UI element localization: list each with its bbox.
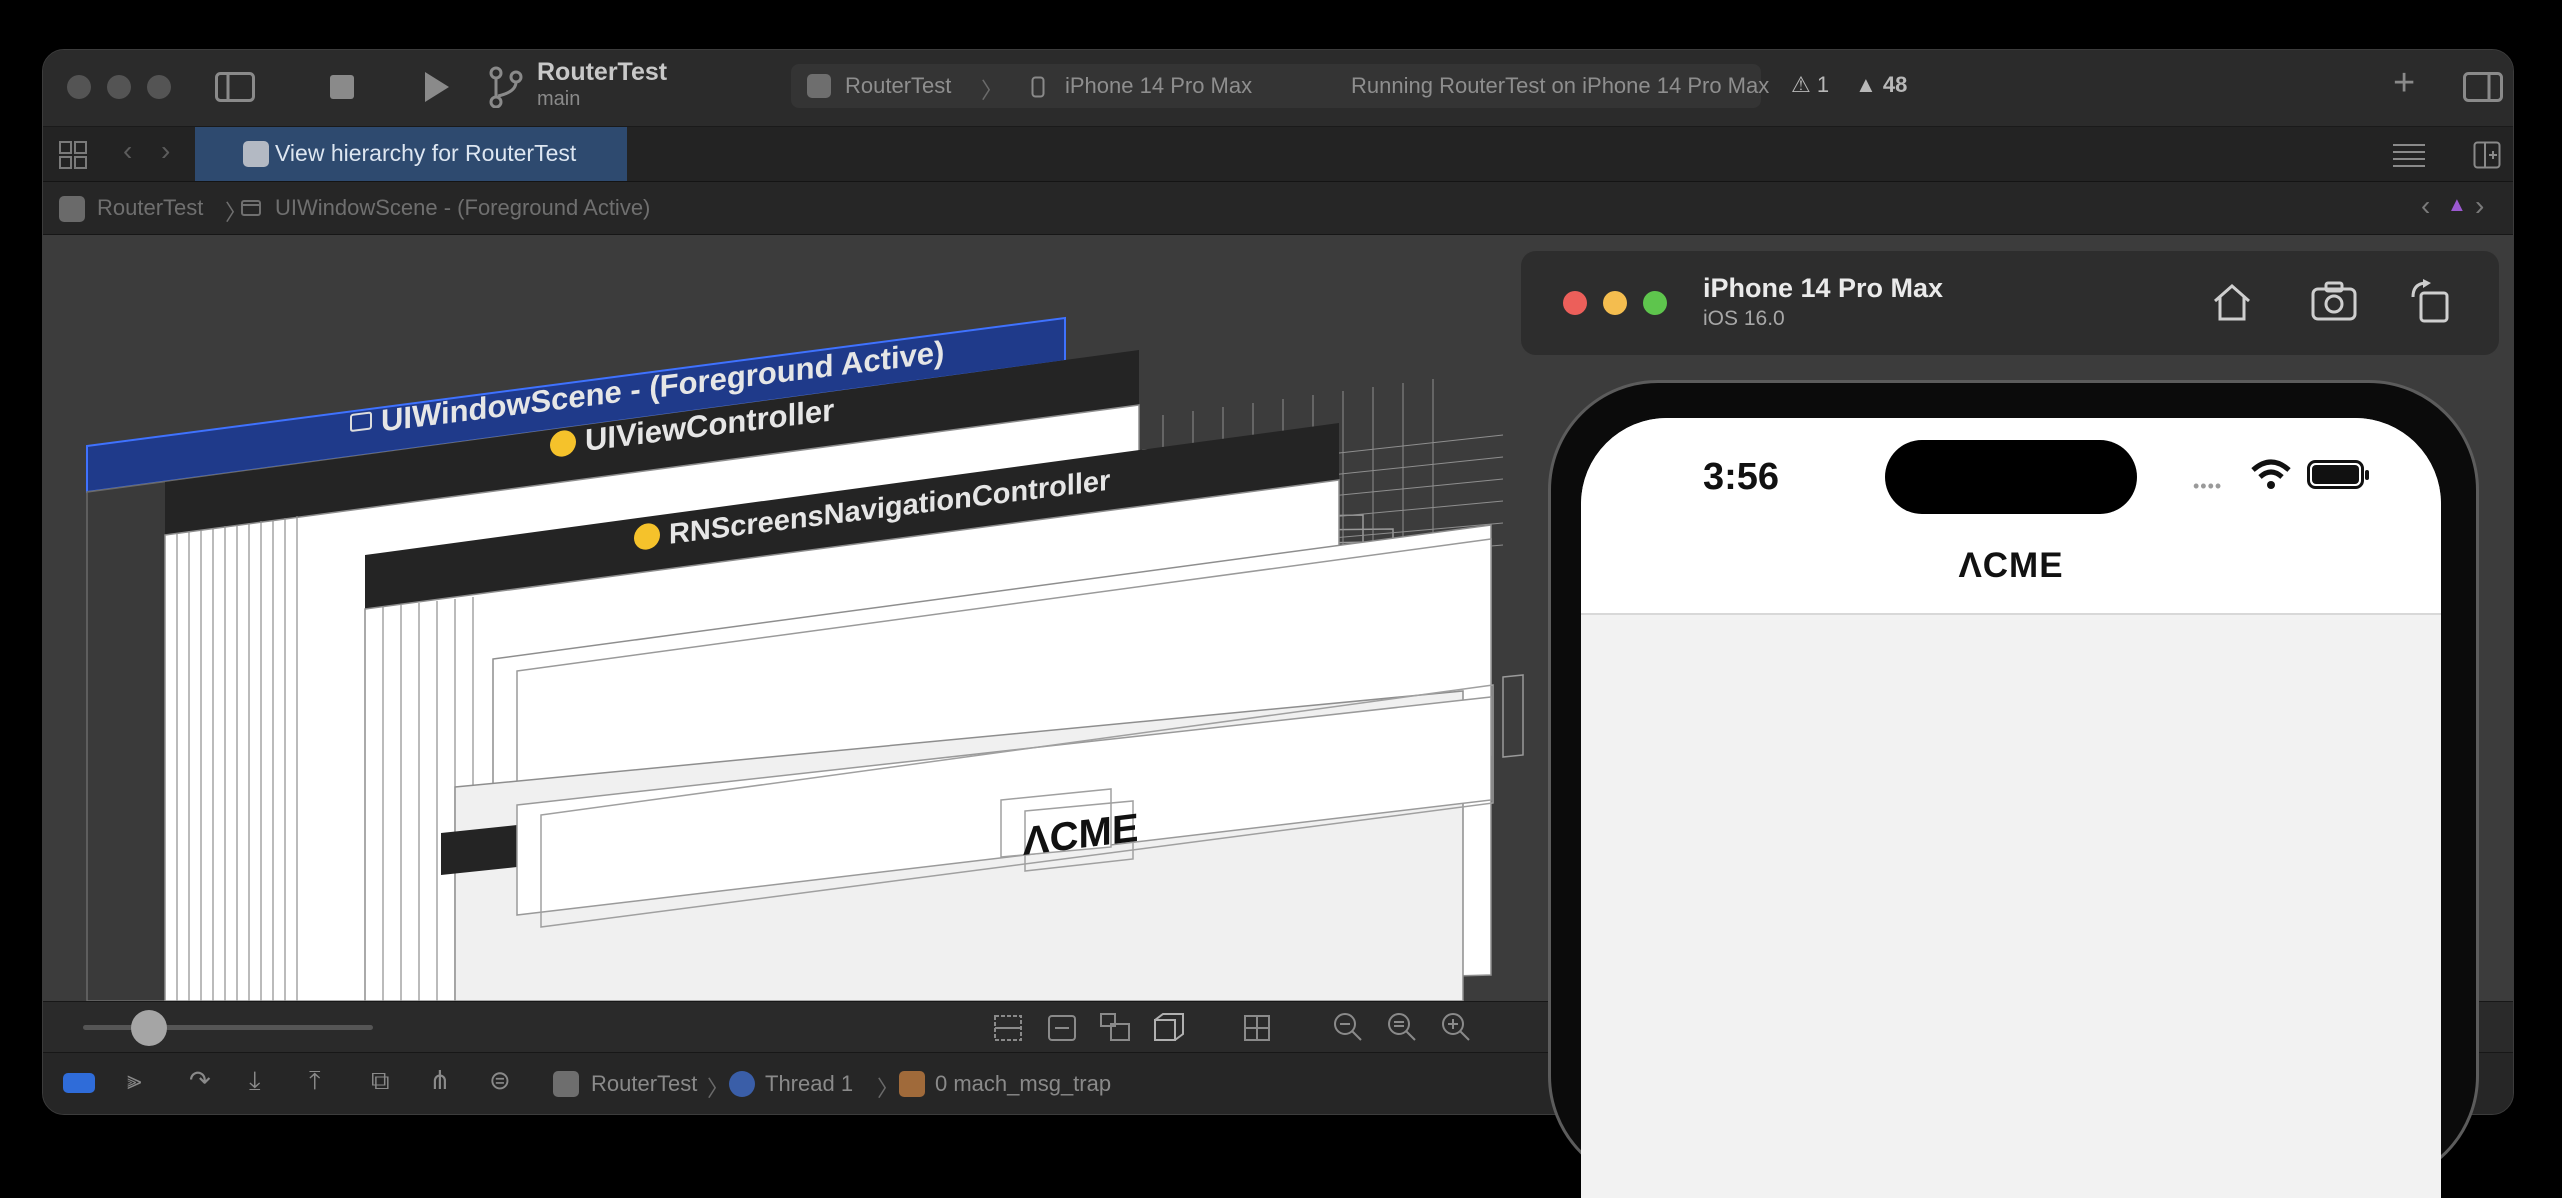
zoom-actual-icon[interactable] bbox=[1387, 1012, 1417, 1042]
chevron-right-icon: 〉 bbox=[877, 1076, 900, 1101]
previous-issue-icon[interactable]: ‹ bbox=[2421, 190, 2430, 222]
close-window-button[interactable] bbox=[1563, 291, 1587, 315]
back-icon[interactable]: ‹ bbox=[123, 135, 132, 167]
breadcrumb: RouterTest 〉 UIWindowScene - (Foreground… bbox=[43, 182, 2513, 235]
warning-count[interactable]: ⚠ 1 bbox=[1791, 72, 1829, 98]
cellular-icon: •••• bbox=[2193, 476, 2223, 496]
simulator-device-name: iPhone 14 Pro Max bbox=[1703, 273, 1944, 303]
debug-frame[interactable]: 0 mach_msg_trap bbox=[935, 1071, 1111, 1097]
thread-icon bbox=[729, 1071, 755, 1097]
app-nav-bar: 3:56 •••• ΛCME bbox=[1581, 418, 2441, 615]
debug-view-hierarchy-icon[interactable]: ⧉ bbox=[371, 1065, 390, 1097]
zoom-window-button[interactable] bbox=[147, 75, 171, 99]
screenshot-icon[interactable] bbox=[2311, 281, 2357, 321]
status-time: 3:56 bbox=[1703, 456, 1780, 498]
grid-icon[interactable] bbox=[59, 141, 87, 169]
step-out-icon[interactable]: ⤒ bbox=[309, 1065, 321, 1097]
orient-3d-icon[interactable] bbox=[1153, 1012, 1185, 1042]
warning-icon: ⚠ bbox=[1791, 72, 1811, 97]
toolbar: RouterTest main RouterTest 〉 iPhone 14 P… bbox=[43, 50, 2513, 127]
adjust-view-mode-icon[interactable] bbox=[1099, 1012, 1131, 1042]
scheme-branch: main bbox=[537, 88, 581, 110]
close-window-button[interactable] bbox=[67, 75, 91, 99]
tab-view-hierarchy[interactable]: View hierarchy for RouterTest bbox=[195, 127, 627, 181]
issue-icon: ▲ bbox=[1855, 72, 1877, 97]
activity-status: Running RouterTest on iPhone 14 Pro Max bbox=[1351, 73, 1770, 98]
memory-graph-icon[interactable]: ⋔ bbox=[429, 1065, 451, 1096]
zoom-window-button[interactable] bbox=[1643, 291, 1667, 315]
chevron-right-icon: 〉 bbox=[707, 1076, 730, 1101]
show-clipped-icon[interactable] bbox=[993, 1014, 1023, 1042]
iphone-frame: 3:56 •••• ΛCME bbox=[1548, 380, 2479, 1198]
editor-options-icon[interactable] bbox=[2391, 141, 2427, 169]
tab-bar: ‹ › View hierarchy for RouterTest bbox=[43, 127, 2513, 182]
step-over-icon[interactable]: ↷ bbox=[189, 1065, 211, 1096]
app-icon bbox=[807, 74, 831, 98]
app-icon bbox=[59, 196, 85, 222]
branch-icon bbox=[489, 66, 523, 108]
dynamic-island bbox=[1885, 440, 2137, 514]
issue-count[interactable]: ▲ 48 bbox=[1855, 72, 1907, 98]
chevron-right-icon: 〉 bbox=[981, 78, 1004, 103]
run-icon[interactable] bbox=[423, 70, 451, 104]
app-logo: ΛCME bbox=[1958, 546, 2064, 585]
window-icon bbox=[241, 200, 261, 216]
step-into-icon[interactable]: ⤓ bbox=[249, 1065, 261, 1097]
issue-indicator-icon[interactable]: ▲ bbox=[2447, 194, 2467, 217]
split-editor-icon[interactable] bbox=[2473, 141, 2501, 169]
stop-icon[interactable] bbox=[329, 74, 355, 100]
tab-label: View hierarchy for RouterTest bbox=[275, 140, 577, 166]
spacing-slider-track[interactable] bbox=[83, 1025, 373, 1030]
home-icon[interactable] bbox=[2211, 281, 2253, 323]
rotate-icon[interactable] bbox=[2409, 279, 2451, 323]
breakpoints-toggle-icon[interactable] bbox=[63, 1073, 95, 1093]
issue-count-value: 48 bbox=[1882, 72, 1908, 97]
zoom-in-icon[interactable] bbox=[1441, 1012, 1471, 1042]
minimize-window-button[interactable] bbox=[1603, 291, 1627, 315]
spacing-slider-thumb[interactable] bbox=[131, 1010, 167, 1046]
iphone-screen[interactable]: 3:56 •••• ΛCME bbox=[1581, 418, 2441, 1198]
debug-app[interactable]: RouterTest bbox=[591, 1071, 697, 1097]
minimize-window-button[interactable] bbox=[107, 75, 131, 99]
debug-thread[interactable]: Thread 1 bbox=[765, 1071, 853, 1097]
run-destination-target[interactable]: RouterTest bbox=[845, 73, 951, 99]
scheme-title[interactable]: RouterTest bbox=[537, 58, 667, 87]
activity-view: RouterTest 〉 iPhone 14 Pro Max Running R… bbox=[791, 64, 1769, 108]
breadcrumb-app[interactable]: RouterTest bbox=[97, 195, 203, 221]
forward-icon[interactable]: › bbox=[161, 135, 170, 167]
show-constraints-icon[interactable] bbox=[1047, 1014, 1077, 1042]
sidebar-toggle-icon[interactable] bbox=[215, 72, 255, 102]
run-destination-device[interactable]: iPhone 14 Pro Max bbox=[1065, 73, 1252, 99]
simulator-os-version: iOS 16.0 bbox=[1703, 307, 1785, 330]
wifi-icon bbox=[2251, 459, 2291, 489]
battery-icon bbox=[2307, 460, 2369, 489]
zoom-out-icon[interactable] bbox=[1333, 1012, 1363, 1042]
breadcrumb-scene[interactable]: UIWindowScene - (Foreground Active) bbox=[275, 195, 650, 221]
iphone-icon bbox=[1031, 76, 1045, 98]
inspector-toggle-icon[interactable] bbox=[2463, 72, 2503, 102]
warning-count-value: 1 bbox=[1816, 72, 1830, 97]
environment-overrides-icon[interactable]: ⊜ bbox=[489, 1065, 511, 1096]
frames-grid-icon[interactable] bbox=[1243, 1014, 1271, 1042]
simulator-titlebar: iPhone 14 Pro Max iOS 16.0 bbox=[1520, 250, 2500, 356]
next-issue-icon[interactable]: › bbox=[2475, 190, 2484, 222]
continue-icon[interactable]: ⫸ bbox=[127, 1065, 142, 1097]
app-icon bbox=[243, 141, 269, 167]
app-icon bbox=[553, 1071, 579, 1097]
stack-frame-icon bbox=[899, 1071, 925, 1097]
add-icon[interactable]: + bbox=[2393, 62, 2415, 105]
